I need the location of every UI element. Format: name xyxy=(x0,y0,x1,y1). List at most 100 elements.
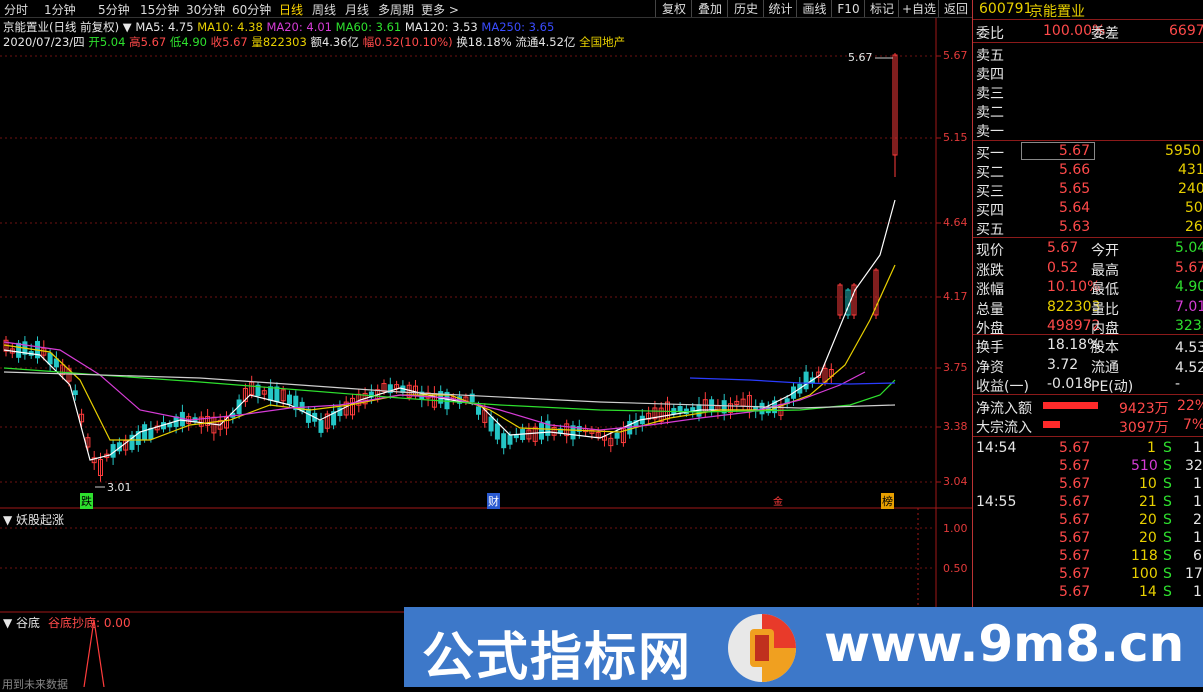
stock-name: 京能置业 xyxy=(1029,4,1085,20)
tick-row: 5.67 100 S 17 xyxy=(973,565,1203,584)
candle-body xyxy=(803,371,809,390)
tick-cell: 1 xyxy=(1147,440,1156,456)
stats-row: 涨跌 0.52 最高 5.67 xyxy=(973,259,1203,279)
buy-3-row[interactable]: 买三 5.65 240 xyxy=(973,180,1203,200)
low-price-label: 3.01 xyxy=(107,481,132,494)
tick-cell: S xyxy=(1163,548,1172,564)
event-marker-bang[interactable]: 榜 xyxy=(881,493,894,509)
buy-5-row[interactable]: 买五 5.63 26 xyxy=(973,218,1203,238)
stats-label: 总量 xyxy=(976,301,1004,318)
ma5-line xyxy=(3,199,896,461)
sell-1-row[interactable]: 卖一 xyxy=(973,120,1203,140)
tick-cell: 5.67 xyxy=(1059,584,1091,600)
stats2-row: 净资 3.72 流通 4.52亿 xyxy=(973,356,1203,376)
price-tick: 4.17 xyxy=(943,290,968,303)
buy-2-row[interactable]: 买二 5.66 431 xyxy=(973,161,1203,181)
buy-1-row[interactable]: 买一 5.67 5950 xyxy=(973,142,1203,162)
stats-label: 最高 xyxy=(1091,262,1119,279)
tick-cell: 14:54 xyxy=(976,440,1017,456)
stats-label: 内盘 xyxy=(1091,321,1119,337)
price-tick: 3.04 xyxy=(943,475,968,488)
candle-body xyxy=(47,352,53,365)
tick-row: 5.67 118 S 6 xyxy=(973,547,1203,566)
tick-row: 5.67 20 S 1 xyxy=(973,529,1203,548)
ma20-line xyxy=(3,341,866,431)
panel3-footer: 用到未来数据 xyxy=(2,678,68,691)
watermark-title: 公式指标网 xyxy=(422,628,693,688)
candle-body xyxy=(318,420,324,433)
net-inflow-bar xyxy=(1043,402,1098,409)
stats-value: 5.04 xyxy=(1175,240,1203,256)
tick-cell: 14 xyxy=(1139,584,1157,600)
peak-price-label: 5.67 xyxy=(848,51,873,64)
sell-4-row[interactable]: 卖四 xyxy=(973,63,1203,83)
stats-value: 5.67 xyxy=(1047,240,1079,256)
tick-cell: 1 xyxy=(1193,440,1202,456)
stats-row: 现价 5.67 今开 5.04 xyxy=(973,239,1203,259)
price-tick: 5.67 xyxy=(943,49,968,62)
candle-body xyxy=(274,386,280,403)
tick-cell: 1 xyxy=(1193,584,1202,600)
candle-body xyxy=(305,408,311,423)
stats2-value: - xyxy=(1175,376,1181,392)
stats-label: 外盘 xyxy=(976,321,1004,337)
stats-value: 323331 xyxy=(1175,318,1203,334)
sell-2-row[interactable]: 卖二 xyxy=(973,101,1203,121)
weibi-row: 委比 100.00% 委差 6697 xyxy=(976,23,1203,42)
tick-cell: S xyxy=(1163,476,1172,492)
tick-row: 5.67 510 S 32 xyxy=(973,457,1203,476)
candle-body xyxy=(677,406,683,413)
tick-cell: 1 xyxy=(1193,530,1202,546)
tick-cell: 17 xyxy=(1185,566,1203,582)
event-marker-die[interactable]: 跌 xyxy=(80,493,93,509)
candle-body xyxy=(148,427,154,440)
stats-label: 涨幅 xyxy=(976,282,1004,298)
block-inflow-row: 大宗流入 3097万 7% xyxy=(976,417,1203,436)
stats-label: 今开 xyxy=(1091,243,1119,259)
tick-cell: S xyxy=(1163,494,1172,510)
tick-cell: 100 xyxy=(1131,566,1158,582)
event-marker-jin[interactable]: 金 xyxy=(773,493,783,508)
stats-row: 涨幅 10.10% 最低 4.90 xyxy=(973,278,1203,298)
sell-3-row[interactable]: 卖三 xyxy=(973,82,1203,102)
tick-row: 5.67 10 S 1 xyxy=(973,475,1203,494)
candle-body xyxy=(72,390,78,396)
tick-cell: 32 xyxy=(1185,458,1203,474)
kline-chart[interactable] xyxy=(0,0,972,687)
price-tick: 3.38 xyxy=(943,420,968,433)
candle-body xyxy=(268,386,274,401)
event-marker-cai[interactable]: 财 xyxy=(487,493,500,509)
stats2-label: 净资 xyxy=(976,359,1004,376)
tick-cell: 14:55 xyxy=(976,494,1017,510)
tick-cell: 5.67 xyxy=(1059,494,1091,510)
candle-body xyxy=(488,416,494,432)
tick-cell: 5.67 xyxy=(1059,440,1091,456)
stats2-value: -0.018 xyxy=(1047,376,1093,392)
tick-cell: 118 xyxy=(1131,548,1158,564)
tick-cell: S xyxy=(1163,530,1172,546)
stats-label: 最低 xyxy=(1091,282,1119,298)
buy-4-row[interactable]: 买四 5.64 50 xyxy=(973,199,1203,219)
block-inflow-bar xyxy=(1043,421,1060,428)
tick-cell: 5.67 xyxy=(1059,458,1091,474)
tick-cell: 5.67 xyxy=(1059,530,1091,546)
candle-body xyxy=(507,434,513,445)
stats-label: 量比 xyxy=(1091,301,1119,318)
tick-cell: 6 xyxy=(1193,548,1202,564)
stats2-value: 4.52亿 xyxy=(1175,359,1203,376)
stats2-row: 换手18.18%股本4.53亿 xyxy=(973,336,1203,356)
sell-5-row[interactable]: 卖五 xyxy=(973,44,1203,64)
stats2-label: PE(动) xyxy=(1091,379,1134,395)
stats-value: 0.52 xyxy=(1047,259,1079,276)
stats-label: 现价 xyxy=(976,243,1004,259)
stats2-value: 3.72 xyxy=(1047,356,1079,373)
tick-cell: S xyxy=(1163,440,1172,456)
tick-cell: S xyxy=(1163,458,1172,474)
net-inflow-row: 净流入额 9423万 22% xyxy=(976,398,1203,417)
watermark-logo-icon xyxy=(728,614,796,682)
candle-body xyxy=(494,423,500,440)
stats2-row: 收益(一) -0.018 PE(动) - xyxy=(973,375,1203,395)
tick-row: 5.67 14 S 1 xyxy=(973,583,1203,602)
tick-cell: 21 xyxy=(1139,494,1157,510)
stock-code: 600791 xyxy=(979,1,1033,17)
